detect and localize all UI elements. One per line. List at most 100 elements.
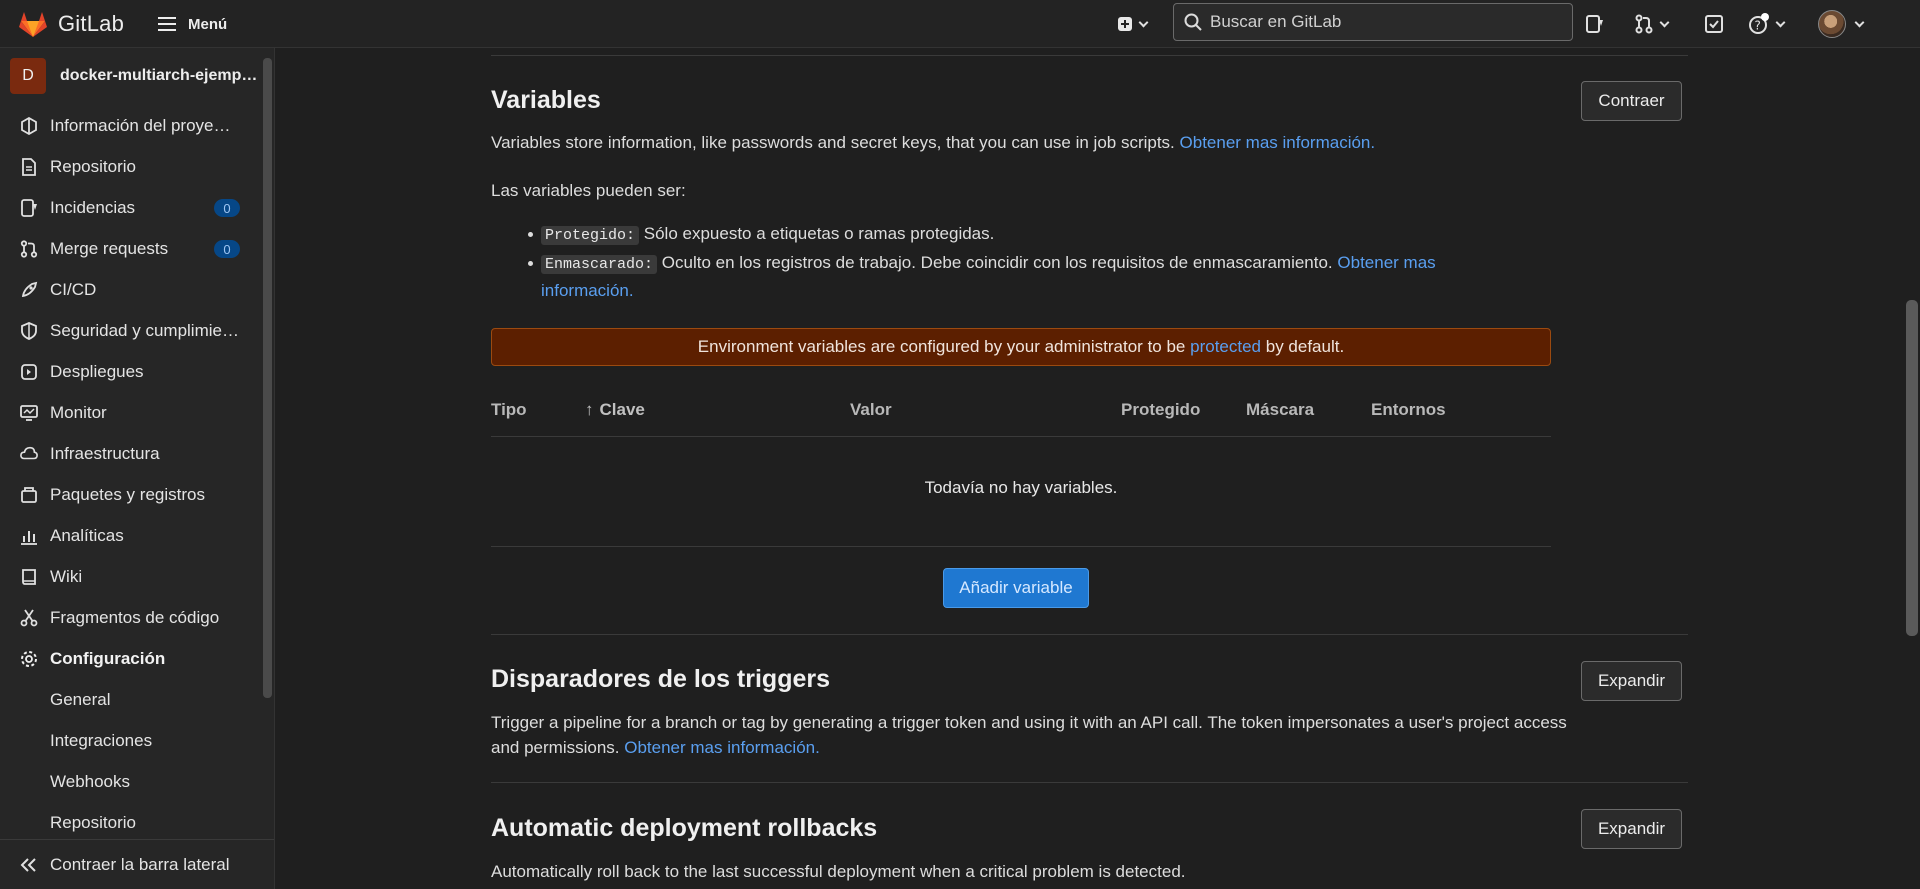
column-header-key-label: Clave	[599, 400, 645, 419]
sidebar-item-label: Fragmentos de código	[50, 608, 220, 627]
shield-icon	[20, 322, 38, 340]
main-menu-label: Menú	[188, 15, 228, 33]
sidebar-scrollbar[interactable]	[263, 58, 272, 698]
project-header[interactable]: D docker-multiarch-ejemp…	[10, 58, 257, 94]
sidebar-subitem-webhooks[interactable]: Webhooks	[0, 764, 262, 800]
sidebar-item-label: CI/CD	[50, 280, 97, 299]
issues-nav-button[interactable]	[1585, 11, 1605, 37]
triggers-learn-more-link[interactable]: Obtener mas información.	[624, 738, 820, 757]
expand-triggers-button[interactable]: Expandir	[1581, 661, 1682, 701]
collapse-sidebar-label: Contraer la barra lateral	[50, 854, 230, 874]
package-icon	[20, 486, 38, 504]
add-variable-button[interactable]: Añadir variable	[943, 568, 1089, 608]
sidebar-item-label: Incidencias	[50, 198, 136, 217]
sidebar-subitem-repository[interactable]: Repositorio	[0, 805, 262, 841]
protected-code: Protegido:	[541, 226, 640, 245]
collapse-sidebar-button[interactable]: Contraer la barra lateral	[0, 839, 274, 889]
collapse-variables-button[interactable]: Contraer	[1581, 81, 1682, 121]
list-item: Enmascarado: Oculto en los registros de …	[528, 250, 1481, 304]
column-header-type[interactable]: Tipo	[491, 400, 527, 420]
project-name: docker-multiarch-ejemp…	[60, 67, 258, 84]
table-divider	[491, 546, 1551, 547]
variables-description-text: Variables store information, like passwo…	[491, 133, 1175, 152]
double-chevron-left-icon	[20, 857, 38, 873]
count-badge: 0	[214, 240, 240, 258]
search-box[interactable]	[1173, 3, 1573, 41]
project-info-icon	[20, 117, 38, 135]
column-header-key[interactable]: ↑ Clave	[585, 400, 645, 420]
section-divider	[491, 634, 1688, 635]
todos-nav-button[interactable]	[1704, 11, 1724, 37]
sidebar-item-label: Seguridad y cumplimie…	[50, 321, 239, 340]
brand-name: GitLab	[58, 11, 125, 36]
issues-icon	[20, 199, 38, 217]
rocket-icon	[20, 281, 38, 299]
monitor-icon	[20, 404, 38, 422]
hamburger-icon	[158, 17, 178, 31]
variables-types-intro: Las variables pueden ser:	[491, 181, 686, 200]
main-menu-button[interactable]: Menú	[158, 11, 227, 37]
tanuki-icon	[19, 12, 47, 37]
variables-learn-more-link[interactable]: Obtener mas información.	[1180, 133, 1376, 152]
user-menu-button[interactable]	[1818, 10, 1865, 38]
expand-rollbacks-button[interactable]: Expandir	[1581, 809, 1682, 849]
sidebar-item-analytics[interactable]: Analíticas	[0, 518, 262, 554]
plus-square-icon	[1118, 17, 1132, 31]
sidebar-item-merge-requests[interactable]: Merge requests 0	[0, 231, 262, 267]
sidebar-item-label: Wiki	[50, 567, 83, 586]
section-divider	[491, 782, 1688, 783]
sidebar-subitem-general[interactable]: General	[0, 682, 262, 718]
sidebar-item-project-info[interactable]: Información del proye…	[0, 108, 262, 144]
sidebar-item-label: Paquetes y registros	[50, 485, 205, 504]
table-divider	[491, 436, 1551, 437]
column-header-environments[interactable]: Entornos	[1371, 400, 1446, 420]
gitlab-logo[interactable]: GitLab	[18, 6, 124, 42]
variables-description: Variables store information, like passwo…	[491, 130, 1591, 155]
sidebar-item-label: Información del proye…	[50, 116, 231, 135]
sidebar-item-repository[interactable]: Repositorio	[0, 149, 262, 185]
scissors-icon	[20, 609, 38, 627]
column-header-value[interactable]: Valor	[850, 400, 892, 420]
help-icon: ?	[1749, 13, 1769, 34]
chevron-down-icon	[1854, 17, 1865, 27]
column-header-protected[interactable]: Protegido	[1121, 400, 1200, 420]
sidebar-item-label: Infraestructura	[50, 444, 160, 463]
alert-text-prefix: Environment variables are configured by …	[697, 337, 1186, 356]
sort-arrow-icon: ↑	[585, 400, 594, 419]
sidebar-item-label: Analíticas	[50, 526, 124, 545]
sidebar-item-issues[interactable]: Incidencias 0	[0, 190, 262, 226]
project-avatar: D	[10, 58, 46, 94]
sidebar-item-packages[interactable]: Paquetes y registros	[0, 477, 262, 513]
sidebar-subitem-integrations[interactable]: Integraciones	[0, 723, 262, 759]
svg-text:?: ?	[1755, 19, 1761, 33]
chevron-down-icon	[1775, 17, 1786, 27]
triggers-title: Disparadores de los triggers	[491, 665, 831, 693]
sidebar-item-infrastructure[interactable]: Infraestructura	[0, 436, 262, 472]
sidebar-item-snippets[interactable]: Fragmentos de código	[0, 600, 262, 636]
create-new-button[interactable]	[1117, 11, 1149, 37]
alert-protected-link[interactable]: protected	[1190, 337, 1261, 357]
masked-description: Oculto en los registros de trabajo. Debe…	[661, 253, 1333, 272]
page-scrollbar[interactable]	[1906, 300, 1918, 636]
help-nav-button[interactable]: ?	[1748, 11, 1786, 37]
sidebar-item-deployments[interactable]: Despliegues	[0, 354, 262, 390]
book-icon	[20, 568, 38, 586]
sidebar-item-settings[interactable]: Configuración	[0, 641, 262, 677]
issues-icon	[1586, 15, 1603, 33]
top-navigation-bar: GitLab Menú ?	[0, 0, 1920, 48]
sidebar-item-security[interactable]: Seguridad y cumplimie…	[0, 313, 262, 349]
sidebar-item-label: Despliegues	[50, 362, 144, 381]
sidebar-item-label: Configuración	[50, 649, 166, 668]
count-badge: 0	[214, 199, 240, 217]
search-icon	[1184, 13, 1202, 31]
merge-request-icon	[20, 240, 38, 258]
search-input[interactable]	[1210, 12, 1550, 32]
sidebar-item-monitor[interactable]: Monitor	[0, 395, 262, 431]
sidebar-item-wiki[interactable]: Wiki	[0, 559, 262, 595]
sidebar-subitem-label: Webhooks	[50, 772, 131, 791]
cloud-icon	[20, 445, 38, 463]
merge-requests-nav-button[interactable]	[1634, 11, 1670, 37]
column-header-masked[interactable]: Máscara	[1246, 400, 1314, 420]
sidebar-item-label: Repositorio	[50, 157, 136, 176]
sidebar-item-cicd[interactable]: CI/CD	[0, 272, 262, 308]
